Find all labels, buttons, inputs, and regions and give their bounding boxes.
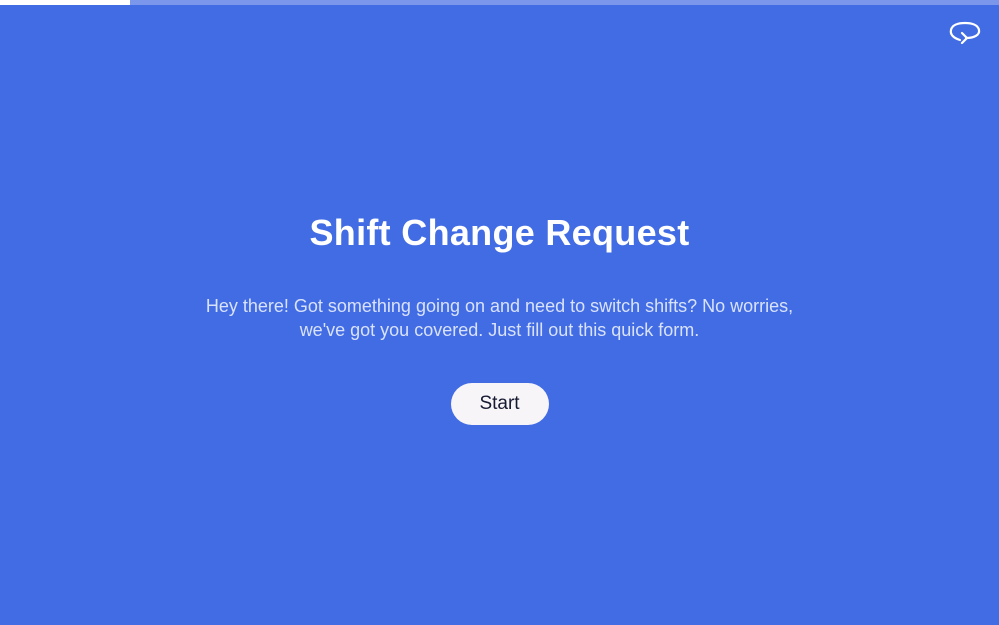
page-description: Hey there! Got something going on and ne… — [205, 296, 794, 340]
page-title: Shift Change Request — [309, 212, 690, 253]
start-button[interactable]: Start — [450, 383, 549, 425]
welcome-screen: Shift Change Request Hey there! Got some… — [0, 0, 999, 625]
